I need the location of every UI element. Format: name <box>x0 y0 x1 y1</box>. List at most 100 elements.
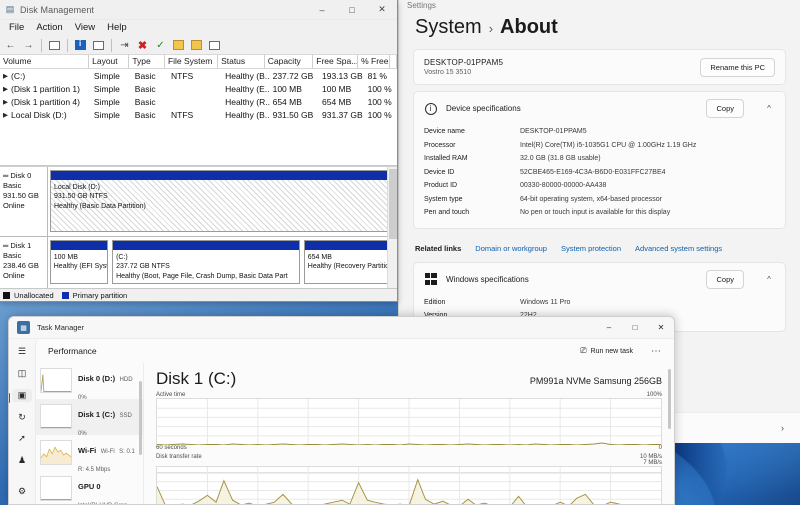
menu-help[interactable]: Help <box>101 20 133 36</box>
col-header-file-system[interactable]: File System <box>165 55 219 68</box>
maximize-button[interactable]: □ <box>337 0 367 20</box>
disk-management-title: Disk Management <box>20 4 95 15</box>
cell-volume: Local Disk (D:) <box>0 110 91 120</box>
spec-key: Device name <box>424 128 465 135</box>
partition-c-drive[interactable]: (C:) 237.72 GB NTFS Healthy (Boot, Page … <box>112 240 300 284</box>
disk-row-disk0[interactable]: ═ Disk 0 Basic 931.50 GB Online Local Di… <box>0 167 397 237</box>
partition-recovery[interactable]: 654 MB Healthy (Recovery Partitio <box>303 240 393 284</box>
menu-view[interactable]: View <box>69 20 101 36</box>
partition-status: Healthy (EFI Syste <box>53 263 108 271</box>
link-domain-or-workgroup[interactable]: Domain or workgroup <box>475 244 547 253</box>
run-new-task-button[interactable]: ⎚ Run new task <box>574 343 639 359</box>
col-header-type[interactable]: Type <box>129 55 165 68</box>
list-item[interactable]: Disk 1 (C:) SSD 0% <box>36 399 143 437</box>
disk-icon: ▤ <box>5 4 15 14</box>
spec-row: Installed RAM 32.0 GB (31.8 GB usable) <box>424 152 775 166</box>
maximize-button[interactable]: □ <box>622 317 648 339</box>
performance-icon[interactable]: ▣ <box>9 388 32 403</box>
col-header-free-space[interactable]: Free Spa... <box>313 55 359 68</box>
col-header-percent-free[interactable]: % Free <box>358 55 390 68</box>
up-folder-icon[interactable] <box>46 37 63 54</box>
table-row[interactable]: Local Disk (D:) Simple Basic NTFS Health… <box>0 108 397 121</box>
spec-key: Device ID <box>424 168 455 176</box>
col-header-layout[interactable]: Layout <box>89 55 130 68</box>
resource-subtitle: HDD <box>119 377 133 383</box>
pc-model: Vostro 15 3510 <box>424 69 472 76</box>
resource-name: Disk 1 (C:) <box>78 410 116 419</box>
forward-arrow-icon[interactable]: → <box>20 37 37 54</box>
yellow-disk-icon[interactable] <box>170 37 187 54</box>
toolbar-separator <box>111 38 112 52</box>
active-time-footer: 60 seconds 0 <box>156 445 662 451</box>
rename-pc-button[interactable]: Rename this PC <box>700 57 775 77</box>
col-header-status[interactable]: Status <box>218 55 265 68</box>
minimize-button[interactable]: – <box>596 317 622 339</box>
scrollbar-thumb[interactable] <box>668 369 671 429</box>
close-button[interactable]: ✕ <box>648 317 674 339</box>
copy-windows-specs-button[interactable]: Copy <box>706 269 744 289</box>
delete-icon[interactable]: ✖ <box>134 37 151 54</box>
partition-efi-system[interactable]: 100 MB Healthy (EFI Syste <box>49 240 109 284</box>
back-arrow-icon[interactable]: ← <box>2 37 19 54</box>
menu-file[interactable]: File <box>3 20 30 36</box>
close-button[interactable]: ✕ <box>367 0 397 20</box>
list-item[interactable]: GPU 0 Intel(R) UHD Grap... 0% <box>36 471 143 504</box>
window-icon[interactable] <box>90 37 107 54</box>
partition-local-disk-d[interactable]: Local Disk (D:) 931.50 GB NTFS Healthy (… <box>50 170 393 232</box>
resource-list-scrollbar[interactable] <box>138 363 143 504</box>
cell-status: Healthy (R... <box>225 96 270 107</box>
cell-percent-free: 81 % <box>367 70 387 81</box>
link-advanced-system-settings[interactable]: Advanced system settings <box>635 244 722 253</box>
refresh-icon[interactable]: ⇥ <box>116 37 133 54</box>
processes-icon[interactable]: ◫ <box>12 367 32 380</box>
cell-percent-free: 100 % <box>367 109 392 120</box>
chevron-up-icon[interactable]: ^ <box>763 275 775 284</box>
scrollbar-thumb[interactable] <box>139 381 142 455</box>
partition-legend: Unallocated Primary partition <box>0 288 397 301</box>
resource-name: GPU 0 <box>78 482 101 491</box>
link-system-protection[interactable]: System protection <box>561 244 621 253</box>
list-item[interactable]: Wi-Fi Wi-Fi S: 0.1 R: 4.5 Mbps <box>36 435 143 473</box>
users-icon[interactable]: ♟ <box>12 454 32 467</box>
detail-scrollbar[interactable] <box>668 369 672 504</box>
disk-row-disk1[interactable]: ═ Disk 1 Basic 238.46 GB Online 100 MB H… <box>0 237 397 288</box>
active-time-min: 0 <box>658 445 662 451</box>
partition-status: Healthy (Basic Data Partition) <box>54 202 146 210</box>
gear-icon[interactable]: ⚙ <box>12 485 32 498</box>
breadcrumb-system[interactable]: System <box>415 16 482 39</box>
disk-view-scrollbar[interactable] <box>387 167 397 288</box>
run-new-task-label: Run new task <box>590 347 633 355</box>
settings-titlebar: Settings <box>399 0 800 10</box>
hamburger-icon[interactable]: ☰ <box>12 345 32 358</box>
partition-body: Local Disk (D:) 931.50 GB NTFS Healthy (… <box>51 180 392 231</box>
col-header-volume[interactable]: Volume <box>0 55 90 68</box>
windows-specifications-header[interactable]: Windows specifications Copy ^ <box>414 263 785 296</box>
performance-resource-list: Disk 0 (D:) HDD 0% Disk 1 (C:) SSD 0% Wi… <box>36 363 144 504</box>
resource-name: Wi-Fi <box>78 446 97 455</box>
rocket-icon[interactable]: ➚ <box>12 432 32 445</box>
check-icon[interactable]: ✓ <box>152 37 169 54</box>
cell-layout: Simple <box>93 96 120 107</box>
spec-row: Processor Intel(R) Core(TM) i5-1035G1 CP… <box>424 139 775 153</box>
more-options-button[interactable]: ⋯ <box>647 346 666 357</box>
minimize-button[interactable]: – <box>307 0 337 20</box>
cell-capacity: 100 MB <box>272 83 302 94</box>
list-item[interactable]: Disk 0 (D:) HDD 0% <box>36 363 143 401</box>
yellow-disk-2-icon[interactable] <box>188 37 205 54</box>
list-icon[interactable] <box>206 37 223 54</box>
chevron-up-icon[interactable]: ^ <box>763 104 775 113</box>
table-row[interactable]: (C:) Simple Basic NTFS Healthy (B... 237… <box>0 69 397 82</box>
resource-value: 0% <box>78 395 87 401</box>
properties-icon[interactable] <box>72 37 89 54</box>
spec-row: Pen and touch No pen or touch input is a… <box>424 206 775 220</box>
scrollbar-thumb[interactable] <box>389 169 397 239</box>
menu-action[interactable]: Action <box>30 20 68 36</box>
history-icon[interactable]: ↻ <box>12 411 32 424</box>
spec-key: Installed RAM <box>424 155 468 162</box>
col-header-capacity[interactable]: Capacity <box>265 55 314 68</box>
device-specifications-header[interactable]: i Device specifications Copy ^ <box>414 92 785 125</box>
copy-device-specs-button[interactable]: Copy <box>706 99 744 118</box>
table-row[interactable]: (Disk 1 partition 4) Simple Basic Health… <box>0 95 397 108</box>
table-row[interactable]: (Disk 1 partition 1) Simple Basic Health… <box>0 82 397 95</box>
cell-status: Healthy (E... <box>225 83 270 94</box>
